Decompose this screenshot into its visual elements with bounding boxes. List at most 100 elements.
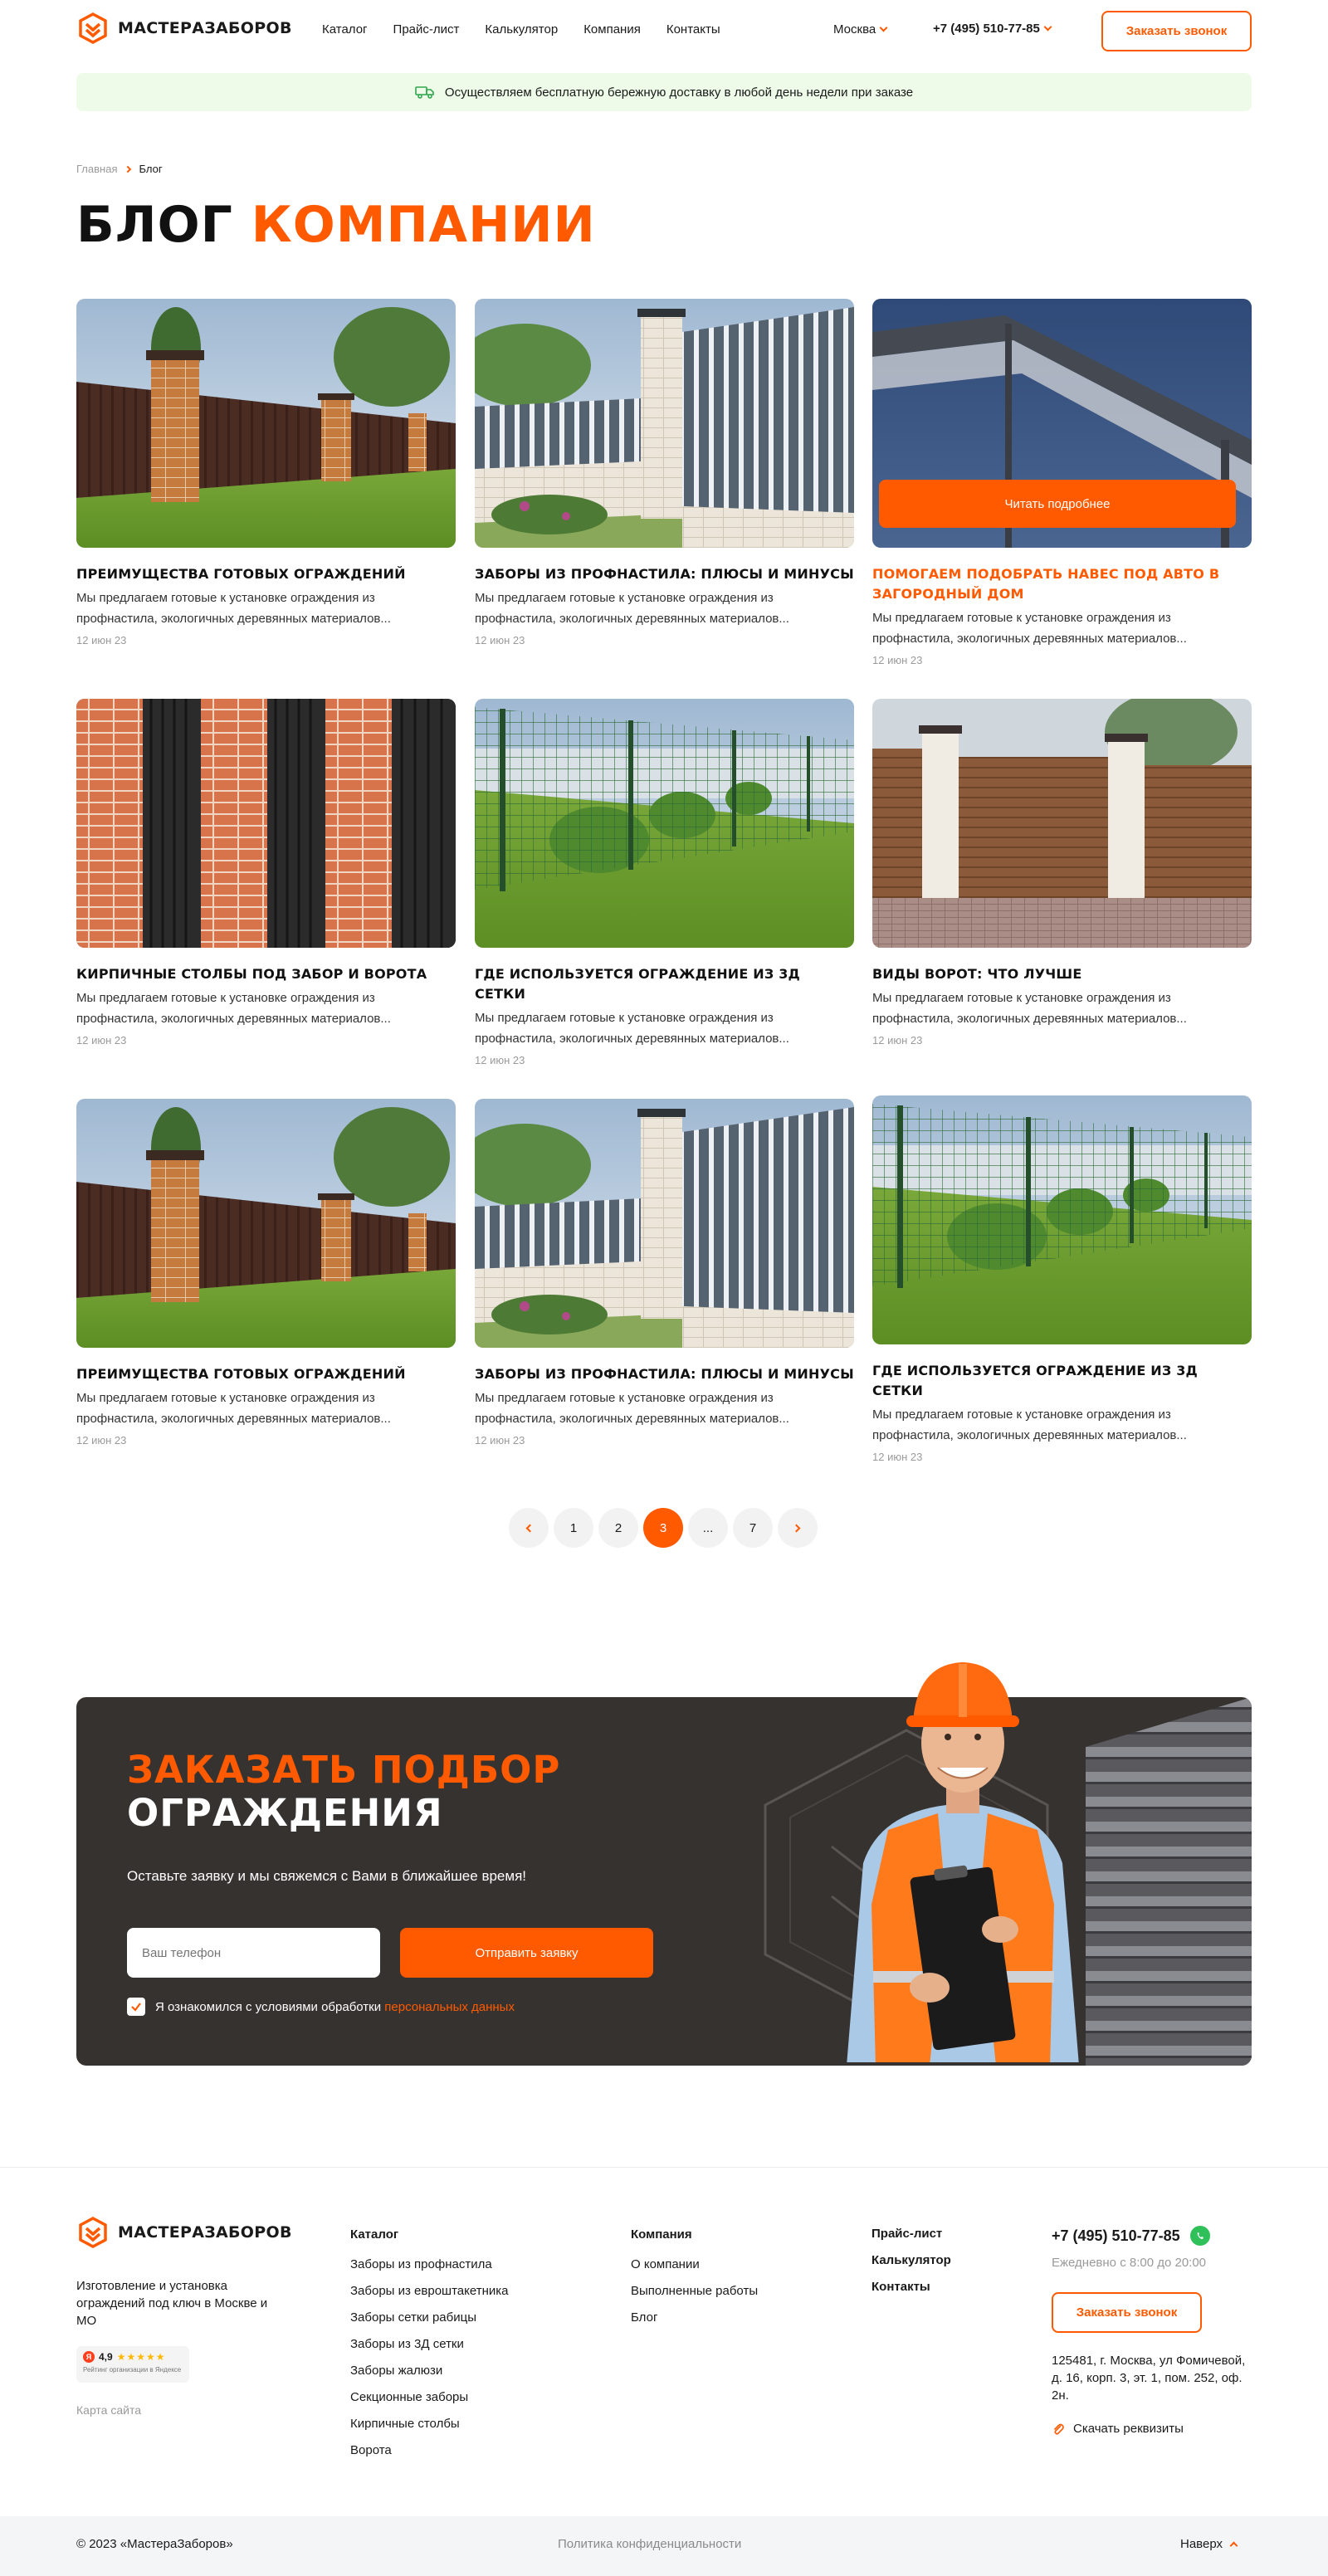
post-image[interactable]: [475, 699, 854, 948]
sitemap-link[interactable]: Карта сайта: [76, 2403, 141, 2417]
footer-catalog-title[interactable]: Каталог: [350, 2227, 508, 2242]
footer-link[interactable]: Выполненные работы: [631, 2285, 758, 2298]
page-button[interactable]: 1: [554, 1508, 593, 1548]
chevron-left-icon: [525, 1524, 535, 1532]
privacy-policy-link[interactable]: Политика конфиденциальности: [558, 2537, 741, 2551]
footer-link[interactable]: Блог: [631, 2311, 758, 2325]
footer-order-call-button[interactable]: Заказать звонок: [1052, 2292, 1202, 2333]
blog-card[interactable]: ЗАБОРЫ ИЗ ПРОФНАСТИЛА: ПЛЮСЫ И МИНУСЫ Мы…: [475, 299, 854, 646]
post-image[interactable]: [872, 699, 1252, 948]
yandex-icon: Я: [83, 2351, 95, 2363]
post-image[interactable]: Читать подробнее: [872, 299, 1252, 548]
post-date: 12 июн 23: [872, 654, 923, 666]
footer-logo[interactable]: МАСТЕРАЗАБОРОВ: [76, 2216, 292, 2249]
nav-contacts[interactable]: Контакты: [666, 22, 720, 37]
post-title[interactable]: ПРЕИМУЩЕСТВА ГОТОВЫХ ОГРАЖДЕНИЙ: [76, 1364, 456, 1384]
footer-link-price[interactable]: Прайс-лист: [872, 2227, 951, 2241]
blog-card[interactable]: ЗАБОРЫ ИЗ ПРОФНАСТИЛА: ПЛЮСЫ И МИНУСЫ Мы…: [475, 1099, 854, 1447]
page-title-part2: КОМПАНИИ: [251, 196, 596, 254]
footer-links: Прайс-лист Калькулятор Контакты: [872, 2227, 951, 2307]
phone-input[interactable]: [127, 1928, 380, 1978]
prev-page-button[interactable]: [509, 1508, 549, 1548]
post-title[interactable]: КИРПИЧНЫЕ СТОЛБЫ ПОД ЗАБОР И ВОРОТА: [76, 964, 456, 984]
city-selector[interactable]: Москва: [833, 22, 888, 37]
rating-caption: Рейтинг организации в Яндексе: [83, 2366, 182, 2374]
cta-title: ЗАКАЗАТЬ ПОДБОР ОГРАЖДЕНИЯ: [127, 1749, 560, 1835]
consent-checkbox-row[interactable]: Я ознакомился с условиями обработки перс…: [127, 1998, 515, 2016]
back-to-top-label: Наверх: [1180, 2537, 1223, 2551]
footer-link[interactable]: Секционные заборы: [350, 2391, 508, 2404]
submit-request-button[interactable]: Отправить заявку: [400, 1928, 653, 1978]
blog-card[interactable]: ГДЕ ИСПОЛЬЗУЕТСЯ ОГРАЖДЕНИЕ ИЗ 3Д СЕТКИ …: [872, 1095, 1252, 1463]
cta-title-line1: ЗАКАЗАТЬ ПОДБОР: [127, 1748, 561, 1792]
working-hours: Ежедневно с 8:00 до 20:00: [1052, 2256, 1207, 2270]
main-nav: Каталог Прайс-лист Калькулятор Компания …: [322, 22, 720, 37]
nav-calculator[interactable]: Калькулятор: [485, 22, 558, 37]
post-title[interactable]: ГДЕ ИСПОЛЬЗУЕТСЯ ОГРАЖДЕНИЕ ИЗ 3Д СЕТКИ: [872, 1361, 1252, 1401]
post-image[interactable]: [475, 299, 854, 548]
post-date: 12 июн 23: [475, 634, 525, 646]
header-phone[interactable]: +7 (495) 510-77-85: [933, 22, 1052, 36]
footer-link-contacts[interactable]: Контакты: [872, 2281, 951, 2294]
page-title-part1: БЛОГ: [76, 196, 233, 254]
post-image[interactable]: [872, 1095, 1252, 1344]
post-title[interactable]: ВИДЫ ВОРОТ: ЧТО ЛУЧШЕ: [872, 964, 1252, 984]
footer-link[interactable]: Заборы из профнастила: [350, 2258, 508, 2271]
copyright: © 2023 «МастераЗаборов»: [76, 2537, 233, 2551]
breadcrumb-home[interactable]: Главная: [76, 163, 117, 175]
post-image[interactable]: [76, 699, 456, 948]
footer-link-calculator[interactable]: Калькулятор: [872, 2254, 951, 2267]
footer-link[interactable]: Заборы из 3Д сетки: [350, 2338, 508, 2351]
paperclip-icon: [1053, 2423, 1064, 2435]
post-title[interactable]: ПОМОГАЕМ ПОДОБРАТЬ НАВЕС ПОД АВТО В ЗАГО…: [872, 564, 1252, 604]
footer-link[interactable]: Кирпичные столбы: [350, 2417, 508, 2431]
back-to-top-button[interactable]: Наверх: [1180, 2537, 1238, 2551]
post-image[interactable]: [76, 299, 456, 548]
footer-phone[interactable]: +7 (495) 510-77-85: [1052, 2226, 1210, 2246]
nav-company[interactable]: Компания: [583, 22, 641, 37]
post-image[interactable]: [76, 1099, 456, 1348]
post-desc: Мы предлагаем готовые к установке огражд…: [76, 1391, 391, 1426]
footer-divider: [0, 2167, 1328, 2168]
blog-card[interactable]: КИРПИЧНЫЕ СТОЛБЫ ПОД ЗАБОР И ВОРОТА Мы п…: [76, 699, 456, 1046]
footer-link[interactable]: Заборы сетки рабицы: [350, 2311, 508, 2325]
worker-image: [847, 1662, 1079, 2062]
yandex-rating-badge[interactable]: Я 4,9 ★★★★★ Рейтинг организации в Яндекс…: [76, 2346, 189, 2383]
page-button[interactable]: 2: [598, 1508, 638, 1548]
footer-link[interactable]: О компании: [631, 2258, 758, 2271]
post-title[interactable]: ПРЕИМУЩЕСТВА ГОТОВЫХ ОГРАЖДЕНИЙ: [76, 564, 456, 584]
post-title[interactable]: ГДЕ ИСПОЛЬЗУЕТСЯ ОГРАЖДЕНИЕ ИЗ 3Д СЕТКИ: [475, 964, 854, 1004]
chevron-down-icon: [1043, 22, 1052, 32]
footer-description: Изготовление и установка ограждений под …: [76, 2279, 268, 2328]
footer-link[interactable]: Ворота: [350, 2444, 508, 2457]
blog-card[interactable]: ПРЕИМУЩЕСТВА ГОТОВЫХ ОГРАЖДЕНИЙ Мы предл…: [76, 1099, 456, 1447]
post-title[interactable]: ЗАБОРЫ ИЗ ПРОФНАСТИЛА: ПЛЮСЫ И МИНУСЫ: [475, 564, 854, 584]
logo-text: МАСТЕРАЗАБОРОВ: [118, 19, 292, 37]
logo[interactable]: МАСТЕРАЗАБОРОВ: [76, 12, 292, 45]
footer-link[interactable]: Заборы из евроштакетника: [350, 2285, 508, 2298]
next-page-button[interactable]: [778, 1508, 818, 1548]
phone-label: +7 (495) 510-77-85: [933, 22, 1040, 36]
post-title[interactable]: ЗАБОРЫ ИЗ ПРОФНАСТИЛА: ПЛЮСЫ И МИНУСЫ: [475, 1364, 854, 1384]
footer-link[interactable]: Заборы жалюзи: [350, 2364, 508, 2378]
post-image[interactable]: [475, 1099, 854, 1348]
chevron-right-icon: [124, 165, 132, 173]
post-desc: Мы предлагаем готовые к установке огражд…: [872, 1408, 1187, 1442]
blog-card[interactable]: ГДЕ ИСПОЛЬЗУЕТСЯ ОГРАЖДЕНИЕ ИЗ 3Д СЕТКИ …: [475, 699, 854, 1066]
personal-data-link[interactable]: персональных данных: [384, 2000, 515, 2014]
read-more-button[interactable]: Читать подробнее: [879, 480, 1236, 528]
blog-card[interactable]: ВИДЫ ВОРОТ: ЧТО ЛУЧШЕ Мы предлагаем гото…: [872, 699, 1252, 1046]
blog-card[interactable]: ПРЕИМУЩЕСТВА ГОТОВЫХ ОГРАЖДЕНИЙ Мы предл…: [76, 299, 456, 646]
footer-company-title[interactable]: Компания: [631, 2227, 758, 2242]
whatsapp-icon[interactable]: [1189, 2226, 1210, 2246]
footer-phone-number[interactable]: +7 (495) 510-77-85: [1052, 2227, 1180, 2245]
page-button[interactable]: 7: [733, 1508, 773, 1548]
consent-checkbox[interactable]: [127, 1998, 145, 2016]
nav-price[interactable]: Прайс-лист: [393, 22, 460, 37]
page-button-active[interactable]: 3: [643, 1508, 683, 1548]
download-requisites-link[interactable]: Скачать реквизиты: [1052, 2422, 1184, 2436]
nav-catalog[interactable]: Каталог: [322, 22, 368, 37]
order-call-button[interactable]: Заказать звонок: [1101, 11, 1252, 51]
blog-card[interactable]: Читать подробнее ПОМОГАЕМ ПОДОБРАТЬ НАВЕ…: [872, 299, 1252, 666]
download-label[interactable]: Скачать реквизиты: [1073, 2422, 1184, 2436]
